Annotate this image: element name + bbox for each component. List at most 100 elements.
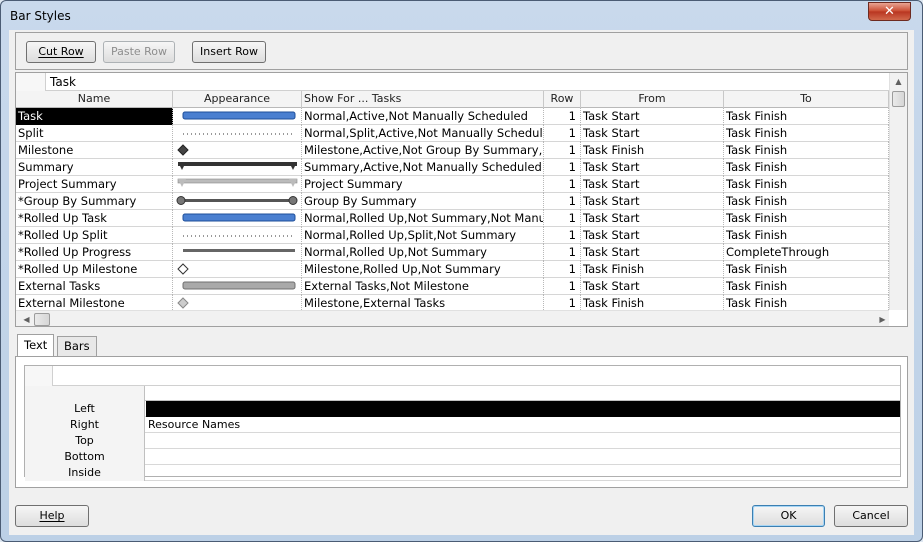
cell-show-for[interactable]: Group By Summary (302, 193, 544, 210)
cell-show-for[interactable]: Summary,Active,Not Manually Scheduled (302, 159, 544, 176)
table-row[interactable]: Milestone Milestone,Active,Not Group By S… (16, 142, 889, 159)
text-position-row[interactable]: Top (25, 433, 900, 449)
summary-bracket-icon[interactable] (173, 159, 302, 176)
cell-row[interactable]: 1 (544, 108, 581, 125)
cell-to[interactable]: Task Finish (724, 142, 889, 159)
vertical-scroll-thumb[interactable] (892, 91, 905, 107)
col-header-to[interactable]: To (724, 91, 889, 108)
cell-show-for[interactable]: Project Summary (302, 176, 544, 193)
table-row[interactable]: External Tasks External Tasks,Not Milesto… (16, 278, 889, 295)
table-row[interactable]: *Rolled Up Split Normal,Rolled Up,Split,N… (16, 227, 889, 244)
table-row[interactable]: Task Normal,Active,Not Manually Scheduled… (16, 108, 889, 125)
cell-name[interactable]: Summary (16, 159, 173, 176)
bar-gray-icon[interactable] (173, 278, 302, 295)
cancel-button[interactable]: Cancel (834, 505, 908, 527)
table-row[interactable]: *Group By Summary Group By Summary 1 Task S… (16, 193, 889, 210)
cell-to[interactable]: CompleteThrough (724, 244, 889, 261)
text-position-value[interactable] (146, 465, 900, 481)
cell-name[interactable]: Task (16, 108, 173, 125)
cell-name[interactable]: *Rolled Up Task (16, 210, 173, 227)
cell-from[interactable]: Task Start (581, 176, 724, 193)
table-row[interactable]: Project Summary Project Summary 1 Task Star… (16, 176, 889, 193)
dotted-line-icon[interactable] (173, 227, 302, 244)
diamond-dark-icon[interactable] (173, 142, 302, 159)
cell-to[interactable]: Task Finish (724, 159, 889, 176)
cell-to[interactable]: Task Finish (724, 261, 889, 278)
text-position-value[interactable] (146, 433, 900, 449)
table-row[interactable]: Split Normal,Split,Active,Not Manually Sc… (16, 125, 889, 142)
cell-row[interactable]: 1 (544, 278, 581, 295)
cell-to[interactable]: Task Finish (724, 210, 889, 227)
bar-blue-icon[interactable] (173, 210, 302, 227)
cell-name[interactable]: *Rolled Up Milestone (16, 261, 173, 278)
tab-text[interactable]: Text (17, 334, 55, 356)
dotted-line-icon[interactable] (173, 125, 302, 142)
cell-name[interactable]: Split (16, 125, 173, 142)
table-row[interactable]: Summary Summary,Active,Not Manually Sched… (16, 159, 889, 176)
ok-button[interactable]: OK (752, 505, 825, 527)
cell-to[interactable]: Task Finish (724, 125, 889, 142)
table-row[interactable]: *Rolled Up Progress Normal,Rolled Up,Not … (16, 244, 889, 261)
table-row[interactable]: *Rolled Up Task Normal,Rolled Up,Not Summ… (16, 210, 889, 227)
cell-to[interactable]: Task Finish (724, 193, 889, 210)
cell-row[interactable]: 1 (544, 176, 581, 193)
table-vertical-scrollbar[interactable]: ▲ (889, 73, 907, 310)
cell-from[interactable]: Task Start (581, 159, 724, 176)
text-position-value[interactable] (146, 449, 900, 465)
progress-line-icon[interactable] (173, 244, 302, 261)
text-position-row[interactable]: Bottom (25, 449, 900, 465)
cell-show-for[interactable]: Normal,Rolled Up,Not Summary (302, 244, 544, 261)
group-summary-bar-icon[interactable] (173, 193, 302, 210)
horizontal-scroll-thumb[interactable] (34, 313, 50, 326)
cell-from[interactable]: Task Finish (581, 142, 724, 159)
project-summary-bracket-icon[interactable] (173, 176, 302, 193)
col-header-show-for[interactable]: Show For ... Tasks (302, 91, 544, 108)
cell-from[interactable]: Task Start (581, 244, 724, 261)
cell-show-for[interactable]: Milestone,Active,Not Group By Summary,Nc (302, 142, 544, 159)
paste-row-button[interactable]: Paste Row (103, 41, 175, 63)
cell-from[interactable]: Task Start (581, 125, 724, 142)
cell-name[interactable]: *Rolled Up Progress (16, 244, 173, 261)
scroll-right-icon[interactable]: ▶ (874, 311, 891, 326)
entry-value[interactable]: Task (50, 75, 76, 89)
insert-row-button[interactable]: Insert Row (192, 41, 266, 63)
cell-show-for[interactable]: Normal,Active,Not Manually Scheduled (302, 108, 544, 125)
col-header-from[interactable]: From (581, 91, 724, 108)
cell-to[interactable]: Task Finish (724, 176, 889, 193)
close-button[interactable]: ✕ (868, 2, 911, 21)
cell-name[interactable]: *Rolled Up Split (16, 227, 173, 244)
cell-row[interactable]: 1 (544, 159, 581, 176)
cell-from[interactable]: Task Start (581, 227, 724, 244)
cell-show-for[interactable]: Normal,Split,Active,Not Manually Schedul… (302, 125, 544, 142)
table-horizontal-scrollbar[interactable]: ◀ ▶ (16, 310, 891, 326)
entry-bar[interactable]: Task (16, 73, 889, 91)
cell-row[interactable]: 1 (544, 261, 581, 278)
cell-row[interactable]: 1 (544, 193, 581, 210)
cell-name[interactable]: Project Summary (16, 176, 173, 193)
title-bar[interactable]: Bar Styles ✕ (1, 1, 922, 29)
cell-show-for[interactable]: Normal,Rolled Up,Split,Not Summary (302, 227, 544, 244)
cut-row-button[interactable]: Cut Row (26, 41, 96, 63)
cell-row[interactable]: 1 (544, 142, 581, 159)
cell-show-for[interactable]: Normal,Rolled Up,Not Summary,Not Manua (302, 210, 544, 227)
text-position-row[interactable]: Left (25, 401, 900, 417)
tab-bars[interactable]: Bars (57, 336, 97, 356)
cell-row[interactable]: 1 (544, 227, 581, 244)
col-header-row[interactable]: Row (544, 91, 581, 108)
cell-name[interactable]: External Tasks (16, 278, 173, 295)
text-entry-bar[interactable] (25, 366, 900, 386)
cell-name[interactable]: Milestone (16, 142, 173, 159)
text-position-value[interactable] (146, 401, 900, 417)
cell-name[interactable]: *Group By Summary (16, 193, 173, 210)
text-position-value[interactable]: Resource Names (146, 417, 900, 433)
cell-row[interactable]: 1 (544, 125, 581, 142)
cell-from[interactable]: Task Start (581, 210, 724, 227)
bar-blue-icon[interactable] (173, 108, 302, 125)
text-position-row[interactable]: Inside (25, 465, 900, 481)
cell-from[interactable]: Task Start (581, 278, 724, 295)
col-header-appearance[interactable]: Appearance (173, 91, 302, 108)
cell-show-for[interactable]: Milestone,Rolled Up,Not Summary (302, 261, 544, 278)
cell-to[interactable]: Task Finish (724, 278, 889, 295)
cell-row[interactable]: 1 (544, 210, 581, 227)
help-button[interactable]: Help (15, 505, 89, 527)
